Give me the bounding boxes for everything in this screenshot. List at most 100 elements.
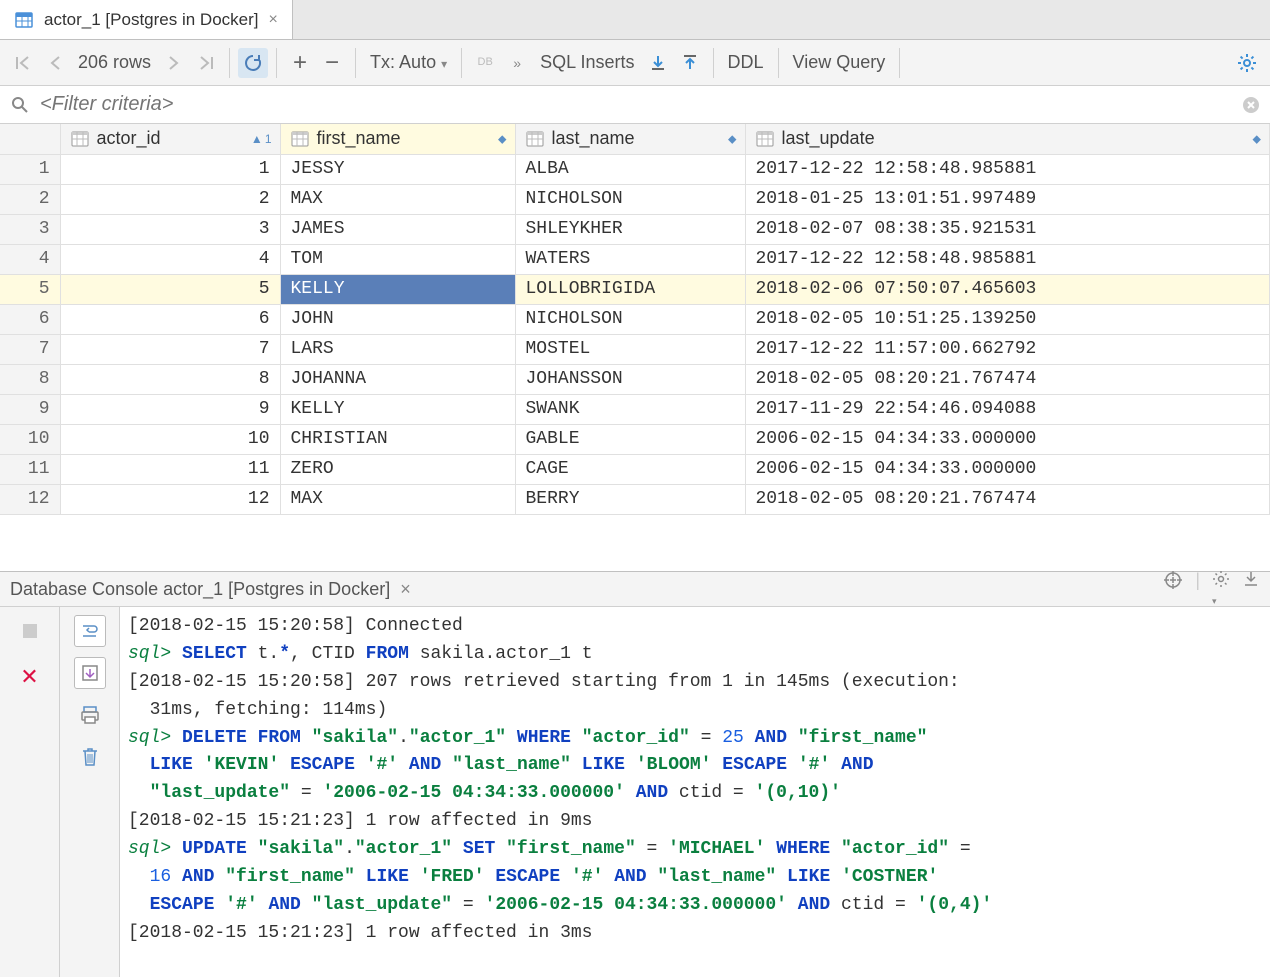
cell-first_name[interactable]: CHRISTIAN	[280, 424, 515, 454]
add-row-button[interactable]: +	[285, 48, 315, 78]
cell-last_update[interactable]: 2018-02-05 08:20:21.767474	[745, 484, 1270, 514]
table-row[interactable]: 99KELLYSWANK2017-11-29 22:54:46.094088	[0, 394, 1270, 424]
column-header-actor_id[interactable]: actor_id▲ 1	[60, 124, 280, 154]
console-output[interactable]: [2018-02-15 15:20:58] Connectedsql> SELE…	[120, 607, 1270, 977]
cell-actor_id[interactable]: 10	[60, 424, 280, 454]
trash-icon[interactable]	[74, 741, 106, 773]
cell-actor_id[interactable]: 6	[60, 304, 280, 334]
import-button[interactable]	[643, 48, 673, 78]
table-row[interactable]: 33JAMESSHLEYKHER2018-02-07 08:38:35.9215…	[0, 214, 1270, 244]
next-page-button[interactable]	[159, 48, 189, 78]
tx-mode-dropdown[interactable]: Tx: Auto ▾	[364, 52, 453, 73]
table-row[interactable]: 1212MAXBERRY2018-02-05 08:20:21.767474	[0, 484, 1270, 514]
table-row[interactable]: 44TOMWATERS2017-12-22 12:58:48.985881	[0, 244, 1270, 274]
table-row[interactable]: 11JESSYALBA2017-12-22 12:58:48.985881	[0, 154, 1270, 184]
settings-button[interactable]	[1232, 48, 1262, 78]
cell-last_name[interactable]: BERRY	[515, 484, 745, 514]
table-row[interactable]: 77LARSMOSTEL2017-12-22 11:57:00.662792	[0, 334, 1270, 364]
cell-first_name[interactable]: MAX	[280, 184, 515, 214]
cell-last_name[interactable]: WATERS	[515, 244, 745, 274]
cell-last_update[interactable]: 2018-02-05 08:20:21.767474	[745, 364, 1270, 394]
cell-last_name[interactable]: NICHOLSON	[515, 184, 745, 214]
console-download-icon[interactable]	[1242, 570, 1260, 609]
cell-last_update[interactable]: 2018-01-25 13:01:51.997489	[745, 184, 1270, 214]
table-row[interactable]: 22MAXNICHOLSON2018-01-25 13:01:51.997489	[0, 184, 1270, 214]
cancel-icon[interactable]: ✕	[14, 661, 46, 693]
cell-last_update[interactable]: 2017-12-22 12:58:48.985881	[745, 244, 1270, 274]
refresh-button[interactable]	[238, 48, 268, 78]
view-query-button[interactable]: View Query	[787, 52, 892, 73]
cell-first_name[interactable]: LARS	[280, 334, 515, 364]
cell-actor_id[interactable]: 11	[60, 454, 280, 484]
cell-first_name[interactable]: JOHANNA	[280, 364, 515, 394]
cell-actor_id[interactable]: 2	[60, 184, 280, 214]
first-page-button[interactable]	[8, 48, 38, 78]
row-number[interactable]: 10	[0, 424, 60, 454]
table-row[interactable]: 88JOHANNAJOHANSSON2018-02-05 08:20:21.76…	[0, 364, 1270, 394]
cell-first_name[interactable]: JESSY	[280, 154, 515, 184]
cell-actor_id[interactable]: 8	[60, 364, 280, 394]
console-gear-icon[interactable]: ▾	[1212, 570, 1230, 609]
sort-handle-icon[interactable]: ◆	[1253, 132, 1261, 145]
table-row[interactable]: 1010CHRISTIANGABLE2006-02-15 04:34:33.00…	[0, 424, 1270, 454]
row-number[interactable]: 1	[0, 154, 60, 184]
cell-actor_id[interactable]: 4	[60, 244, 280, 274]
cell-first_name[interactable]: TOM	[280, 244, 515, 274]
cell-last_update[interactable]: 2017-11-29 22:54:46.094088	[745, 394, 1270, 424]
ddl-button[interactable]: DDL	[722, 52, 770, 73]
row-number[interactable]: 5	[0, 274, 60, 304]
prev-page-button[interactable]	[40, 48, 70, 78]
tab-actor-1[interactable]: actor_1 [Postgres in Docker] ×	[0, 0, 293, 39]
expand-button[interactable]: »	[502, 48, 532, 78]
cell-last_update[interactable]: 2017-12-22 11:57:00.662792	[745, 334, 1270, 364]
cell-first_name[interactable]: MAX	[280, 484, 515, 514]
filter-input[interactable]	[40, 93, 1232, 116]
row-number[interactable]: 11	[0, 454, 60, 484]
cell-last_name[interactable]: JOHANSSON	[515, 364, 745, 394]
last-page-button[interactable]	[191, 48, 221, 78]
wrap-icon[interactable]	[74, 615, 106, 647]
clear-filter-icon[interactable]	[1242, 96, 1260, 114]
row-number[interactable]: 8	[0, 364, 60, 394]
remove-row-button[interactable]: −	[317, 48, 347, 78]
export-button[interactable]	[675, 48, 705, 78]
column-header-last_update[interactable]: last_update◆	[745, 124, 1270, 154]
sort-handle-icon[interactable]: ◆	[498, 132, 506, 145]
row-number[interactable]: 7	[0, 334, 60, 364]
submit-button[interactable]: DB	[470, 48, 500, 78]
cell-last_update[interactable]: 2006-02-15 04:34:33.000000	[745, 454, 1270, 484]
column-header-last_name[interactable]: last_name◆	[515, 124, 745, 154]
cell-first_name[interactable]: KELLY	[280, 274, 515, 304]
cell-last_update[interactable]: 2018-02-05 10:51:25.139250	[745, 304, 1270, 334]
cell-last_update[interactable]: 2018-02-06 07:50:07.465603	[745, 274, 1270, 304]
tab-close-icon[interactable]: ×	[268, 11, 277, 29]
cell-first_name[interactable]: KELLY	[280, 394, 515, 424]
cell-last_name[interactable]: ALBA	[515, 154, 745, 184]
sql-inserts-dropdown[interactable]: SQL Inserts	[534, 52, 640, 73]
table-row[interactable]: 1111ZEROCAGE2006-02-15 04:34:33.000000	[0, 454, 1270, 484]
cell-last_update[interactable]: 2017-12-22 12:58:48.985881	[745, 154, 1270, 184]
cell-last_name[interactable]: NICHOLSON	[515, 304, 745, 334]
cell-actor_id[interactable]: 5	[60, 274, 280, 304]
table-row[interactable]: 55KELLYLOLLOBRIGIDA2018-02-06 07:50:07.4…	[0, 274, 1270, 304]
row-number[interactable]: 4	[0, 244, 60, 274]
cell-first_name[interactable]: JAMES	[280, 214, 515, 244]
cell-actor_id[interactable]: 9	[60, 394, 280, 424]
print-icon[interactable]	[74, 699, 106, 731]
cell-last_name[interactable]: SHLEYKHER	[515, 214, 745, 244]
console-close-icon[interactable]: ×	[400, 579, 411, 600]
table-row[interactable]: 66JOHNNICHOLSON2018-02-05 10:51:25.13925…	[0, 304, 1270, 334]
cell-first_name[interactable]: JOHN	[280, 304, 515, 334]
row-number[interactable]: 3	[0, 214, 60, 244]
cell-last_name[interactable]: GABLE	[515, 424, 745, 454]
cell-last_name[interactable]: CAGE	[515, 454, 745, 484]
cell-actor_id[interactable]: 3	[60, 214, 280, 244]
cell-actor_id[interactable]: 12	[60, 484, 280, 514]
stop-icon[interactable]	[14, 615, 46, 647]
cell-actor_id[interactable]: 7	[60, 334, 280, 364]
row-number[interactable]: 9	[0, 394, 60, 424]
row-number[interactable]: 12	[0, 484, 60, 514]
cell-actor_id[interactable]: 1	[60, 154, 280, 184]
console-target-icon[interactable]	[1163, 570, 1183, 609]
cell-first_name[interactable]: ZERO	[280, 454, 515, 484]
